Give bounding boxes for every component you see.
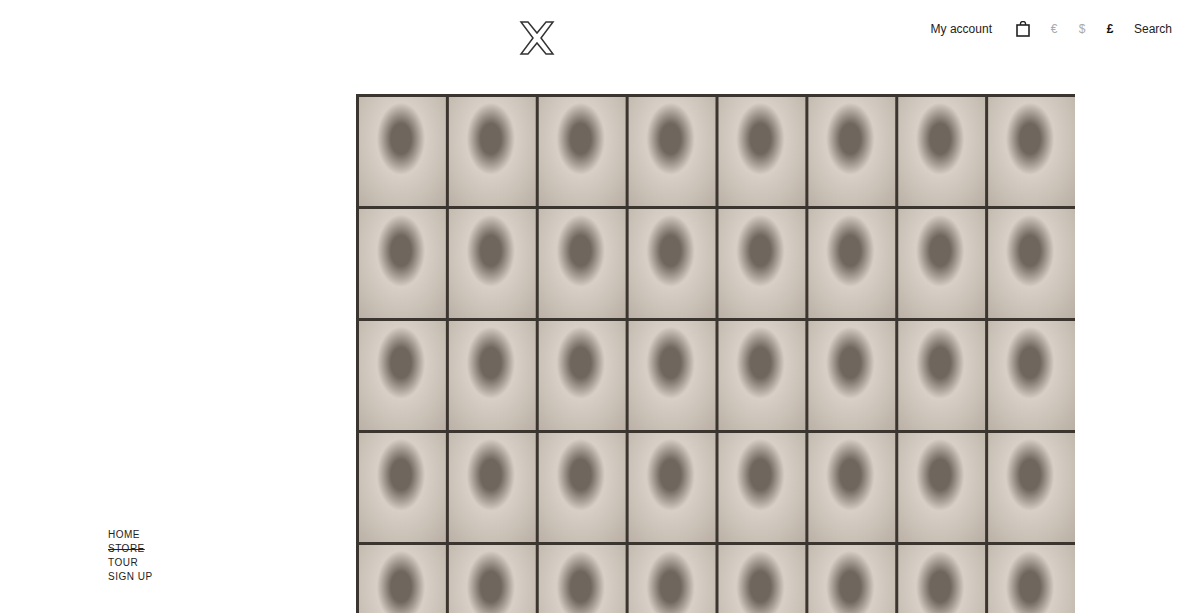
currency-option[interactable]: $ bbox=[1078, 22, 1086, 36]
contact-sheet-photo bbox=[356, 94, 1075, 613]
shopping-bag-icon[interactable] bbox=[1016, 21, 1030, 37]
header: My account € $ £ Search bbox=[0, 0, 1200, 94]
account-link[interactable]: My account bbox=[931, 22, 992, 36]
header-tools: My account € $ £ Search bbox=[555, 20, 1172, 38]
side-nav: HOMESTORETOURSIGN UP bbox=[0, 94, 356, 613]
x-logo-icon[interactable] bbox=[519, 20, 555, 56]
main: HOMESTORETOURSIGN UP bbox=[0, 94, 1200, 613]
nav-item[interactable]: STORE bbox=[108, 542, 356, 556]
currency-option[interactable]: € bbox=[1050, 22, 1058, 36]
nav-item[interactable]: SIGN UP bbox=[108, 570, 356, 584]
store-page: My account € $ £ Search HOMESTORETOURSIGN … bbox=[0, 0, 1200, 613]
search-link[interactable]: Search bbox=[1134, 22, 1172, 36]
currency-option[interactable]: £ bbox=[1106, 22, 1114, 36]
nav-item[interactable]: HOME bbox=[108, 528, 356, 542]
nav-item[interactable]: TOUR bbox=[108, 556, 356, 570]
